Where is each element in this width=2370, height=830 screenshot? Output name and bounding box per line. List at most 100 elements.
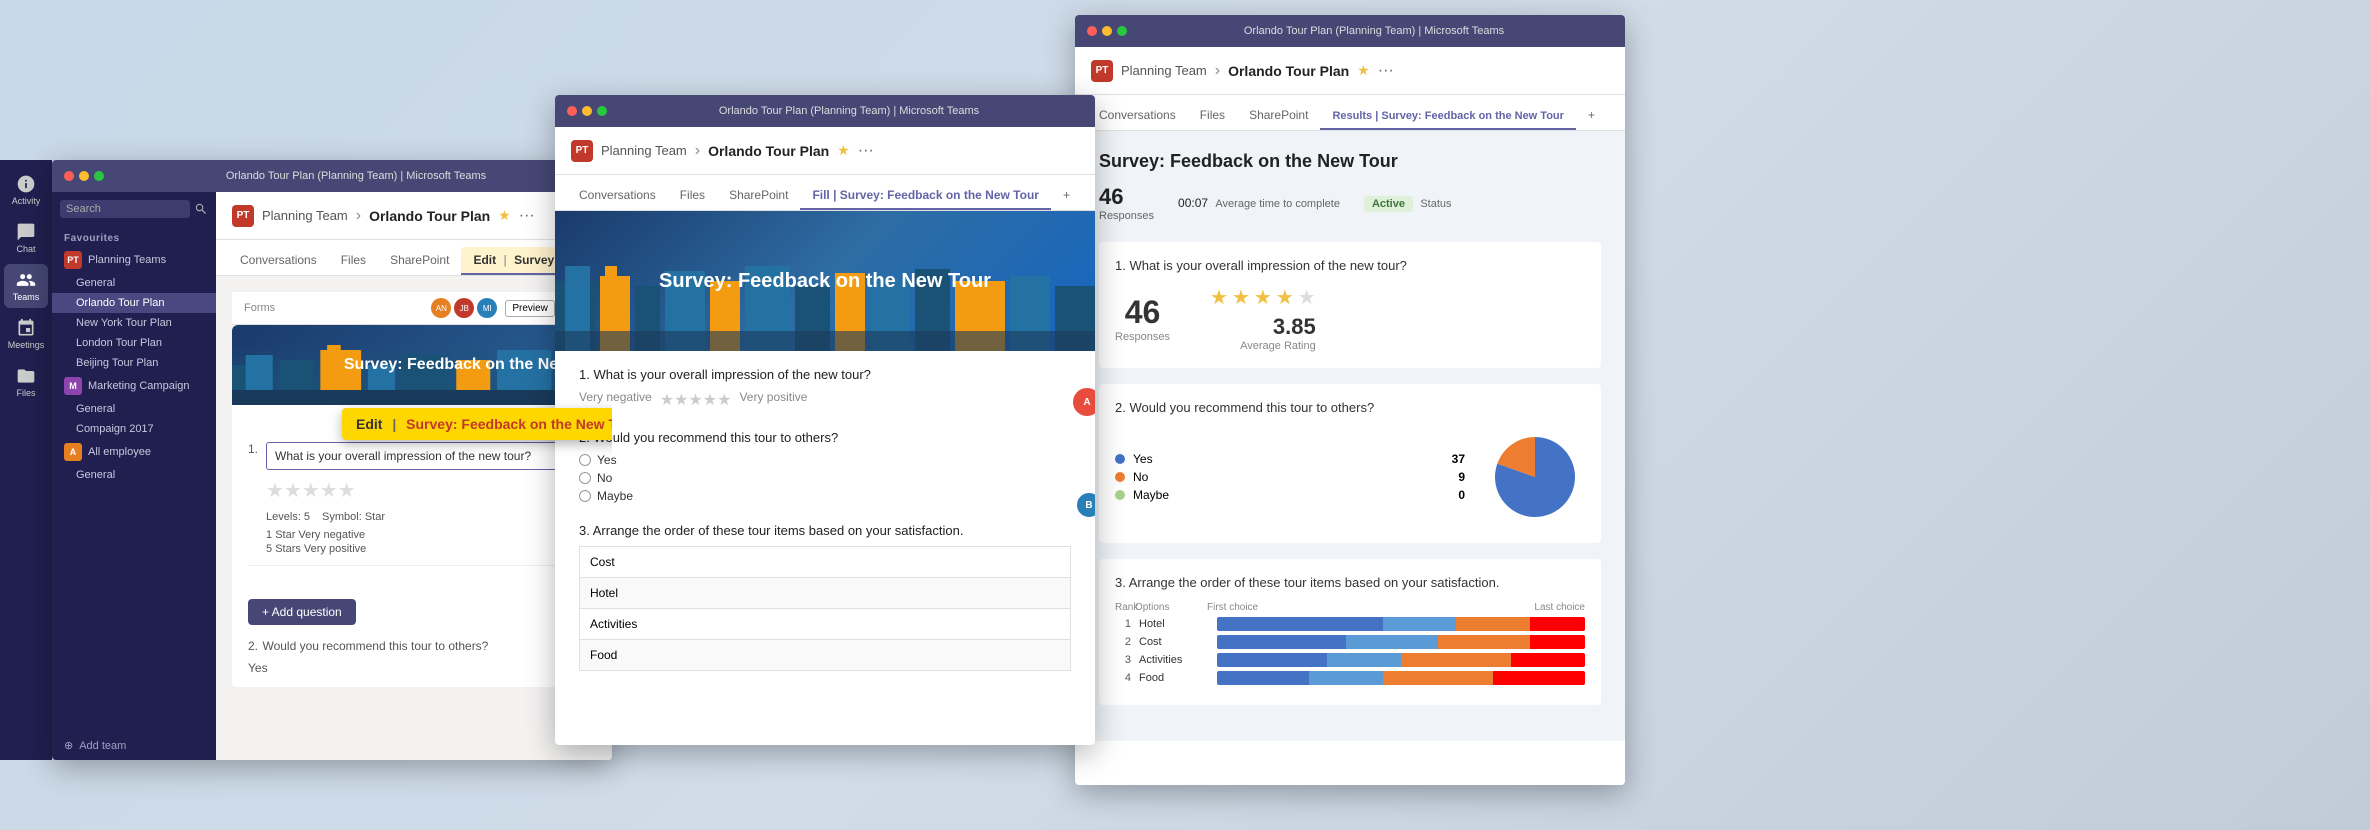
- add-team-button[interactable]: ⊕ Add team: [52, 731, 216, 760]
- channel-compaign2017[interactable]: Compaign 2017: [52, 419, 216, 439]
- close-dot2[interactable]: [567, 106, 577, 116]
- planning-teams-icon: PT: [64, 251, 82, 269]
- channel-general[interactable]: General: [52, 273, 216, 293]
- tab-pipe: |: [503, 253, 510, 267]
- symbol-label: Symbol: Star: [322, 511, 385, 523]
- channel-newyork[interactable]: New York Tour Plan: [52, 313, 216, 333]
- legend-dot-maybe: [1115, 490, 1125, 500]
- fill-view-area: Survey: Feedback on the New Tour 1. What…: [555, 211, 1095, 707]
- tab2-fill-survey[interactable]: Fill | Survey: Feedback on the New Tour: [800, 182, 1051, 210]
- avg-rating-val: 3.85: [1240, 314, 1316, 340]
- tab3-add[interactable]: +: [1576, 102, 1607, 130]
- rank-bar: [1217, 635, 1585, 649]
- q1-stars[interactable]: ★★★★★: [660, 390, 732, 410]
- channel-beijing[interactable]: Beijing Tour Plan: [52, 353, 216, 373]
- q1-neg-label: Very negative: [579, 390, 652, 404]
- window1-team-name: Planning Team: [262, 208, 348, 223]
- window3-topbar: PT Planning Team › Orlando Tour Plan ★ ·…: [1075, 47, 1625, 95]
- minimize-dot[interactable]: [79, 171, 89, 181]
- close-dot[interactable]: [64, 171, 74, 181]
- rank-num: 1: [1115, 618, 1131, 630]
- rank-option-label: Food: [1139, 672, 1209, 684]
- sidebar-item-teams[interactable]: Teams: [4, 264, 48, 308]
- rank-option-label: Hotel: [1139, 618, 1209, 630]
- sidebar-item-chat[interactable]: Chat: [4, 216, 48, 260]
- rank-header-first: First choice: [1205, 602, 1534, 613]
- rank-num: 3: [1115, 654, 1131, 666]
- tab2-sharepoint[interactable]: SharePoint: [717, 182, 800, 210]
- more-icon2[interactable]: ···: [858, 142, 874, 160]
- minimize-dot3[interactable]: [1102, 26, 1112, 36]
- breadcrumb-sep3: ›: [1215, 62, 1220, 80]
- responses-label: Responses: [1099, 210, 1154, 222]
- tab2-files[interactable]: Files: [668, 182, 717, 210]
- window3-title: Orlando Tour Plan (Planning Team) | Micr…: [1135, 25, 1613, 37]
- stars-display: ★ ★ ★ ★ ★ 3.85 Average Rating: [1210, 285, 1316, 352]
- maximize-dot[interactable]: [94, 171, 104, 181]
- teams-label: Teams: [13, 292, 40, 302]
- window1-channel-name: Orlando Tour Plan: [369, 208, 490, 224]
- breadcrumb-sep1: ›: [356, 207, 361, 225]
- rank-bar-segment: [1217, 617, 1383, 631]
- window3-titlebar: Orlando Tour Plan (Planning Team) | Micr…: [1075, 15, 1625, 47]
- channel-london-label: London Tour Plan: [76, 337, 162, 349]
- rank-result-header: Rank Options First choice Last choice: [1115, 602, 1585, 613]
- team-planning-teams[interactable]: PT Planning Teams: [52, 247, 216, 273]
- channel-mkt-general[interactable]: General: [52, 399, 216, 419]
- rank-header-last: Last choice: [1534, 602, 1585, 613]
- legend-maybe: Maybe 0: [1115, 488, 1465, 502]
- tab3-conversations[interactable]: Conversations: [1087, 102, 1188, 130]
- tab-files[interactable]: Files: [329, 247, 378, 275]
- window3-team-badge: PT: [1091, 60, 1113, 82]
- radio-yes[interactable]: Yes: [579, 453, 1071, 467]
- sidebar-item-meetings[interactable]: Meetings: [4, 312, 48, 356]
- more-icon3[interactable]: ···: [1378, 62, 1394, 80]
- radio-no[interactable]: No: [579, 471, 1071, 485]
- tab2-add[interactable]: +: [1051, 182, 1082, 210]
- survey-body: 1. What is your overall impression of th…: [555, 351, 1095, 707]
- star-icon2[interactable]: ★: [837, 142, 850, 159]
- close-dot3[interactable]: [1087, 26, 1097, 36]
- tab-conversations[interactable]: Conversations: [228, 247, 329, 275]
- tab2-conversations[interactable]: Conversations: [567, 182, 668, 210]
- radio-yes-circle: [579, 454, 591, 466]
- rank-bar: [1217, 671, 1585, 685]
- channel-orlando[interactable]: Orlando Tour Plan: [52, 293, 216, 313]
- tab3-files[interactable]: Files: [1188, 102, 1237, 130]
- legend-maybe-label: Maybe: [1133, 488, 1169, 502]
- window2-tabs: Conversations Files SharePoint Fill | Su…: [555, 175, 1095, 211]
- window1-main: PT Planning Team › Orlando Tour Plan ★ ·…: [216, 192, 612, 760]
- add-question-button[interactable]: + Add question: [248, 599, 356, 625]
- tab3-results-survey[interactable]: Results | Survey: Feedback on the New To…: [1320, 104, 1575, 130]
- window3-channel-name: Orlando Tour Plan: [1228, 63, 1349, 79]
- rank-rows-container: 1 Hotel 2 Cost 3 Activities 4 Food: [1115, 617, 1585, 685]
- channel-emp-general[interactable]: General: [52, 465, 216, 485]
- minimize-dot2[interactable]: [582, 106, 592, 116]
- rank-option-label: Activities: [1139, 654, 1209, 666]
- rank-table: Cost Hotel Activities Food: [579, 546, 1071, 671]
- avg-time: 00:07: [1178, 196, 1208, 210]
- maximize-dot3[interactable]: [1117, 26, 1127, 36]
- legend-yes-count: 37: [1452, 452, 1465, 466]
- channel-search-input[interactable]: [60, 200, 190, 218]
- preview-button[interactable]: Preview: [505, 300, 555, 317]
- tab3-sharepoint[interactable]: SharePoint: [1237, 102, 1320, 130]
- fill-tab-label: Fill | Survey: Feedback on the New Tour: [812, 188, 1039, 202]
- radio-maybe[interactable]: Maybe: [579, 489, 1071, 503]
- rating-big-num: 46: [1115, 294, 1170, 331]
- star-icon[interactable]: ★: [498, 207, 511, 224]
- sidebar-item-activity[interactable]: Activity: [4, 168, 48, 212]
- channel-london[interactable]: London Tour Plan: [52, 333, 216, 353]
- avatar-jb: JB: [454, 298, 474, 318]
- star-icon3[interactable]: ★: [1357, 62, 1370, 79]
- team-marketing[interactable]: M Marketing Campaign: [52, 373, 216, 399]
- rank-bar-segment: [1217, 653, 1327, 667]
- maximize-dot2[interactable]: [597, 106, 607, 116]
- tooltip-pipe: |: [392, 416, 396, 432]
- result-q1: 1. What is your overall impression of th…: [1099, 242, 1601, 368]
- more-options-icon[interactable]: ···: [519, 207, 535, 225]
- team-allemployee[interactable]: A All employee: [52, 439, 216, 465]
- sidebar-item-files[interactable]: Files: [4, 360, 48, 404]
- legend-no-label: No: [1133, 470, 1148, 484]
- tab-sharepoint[interactable]: SharePoint: [378, 247, 461, 275]
